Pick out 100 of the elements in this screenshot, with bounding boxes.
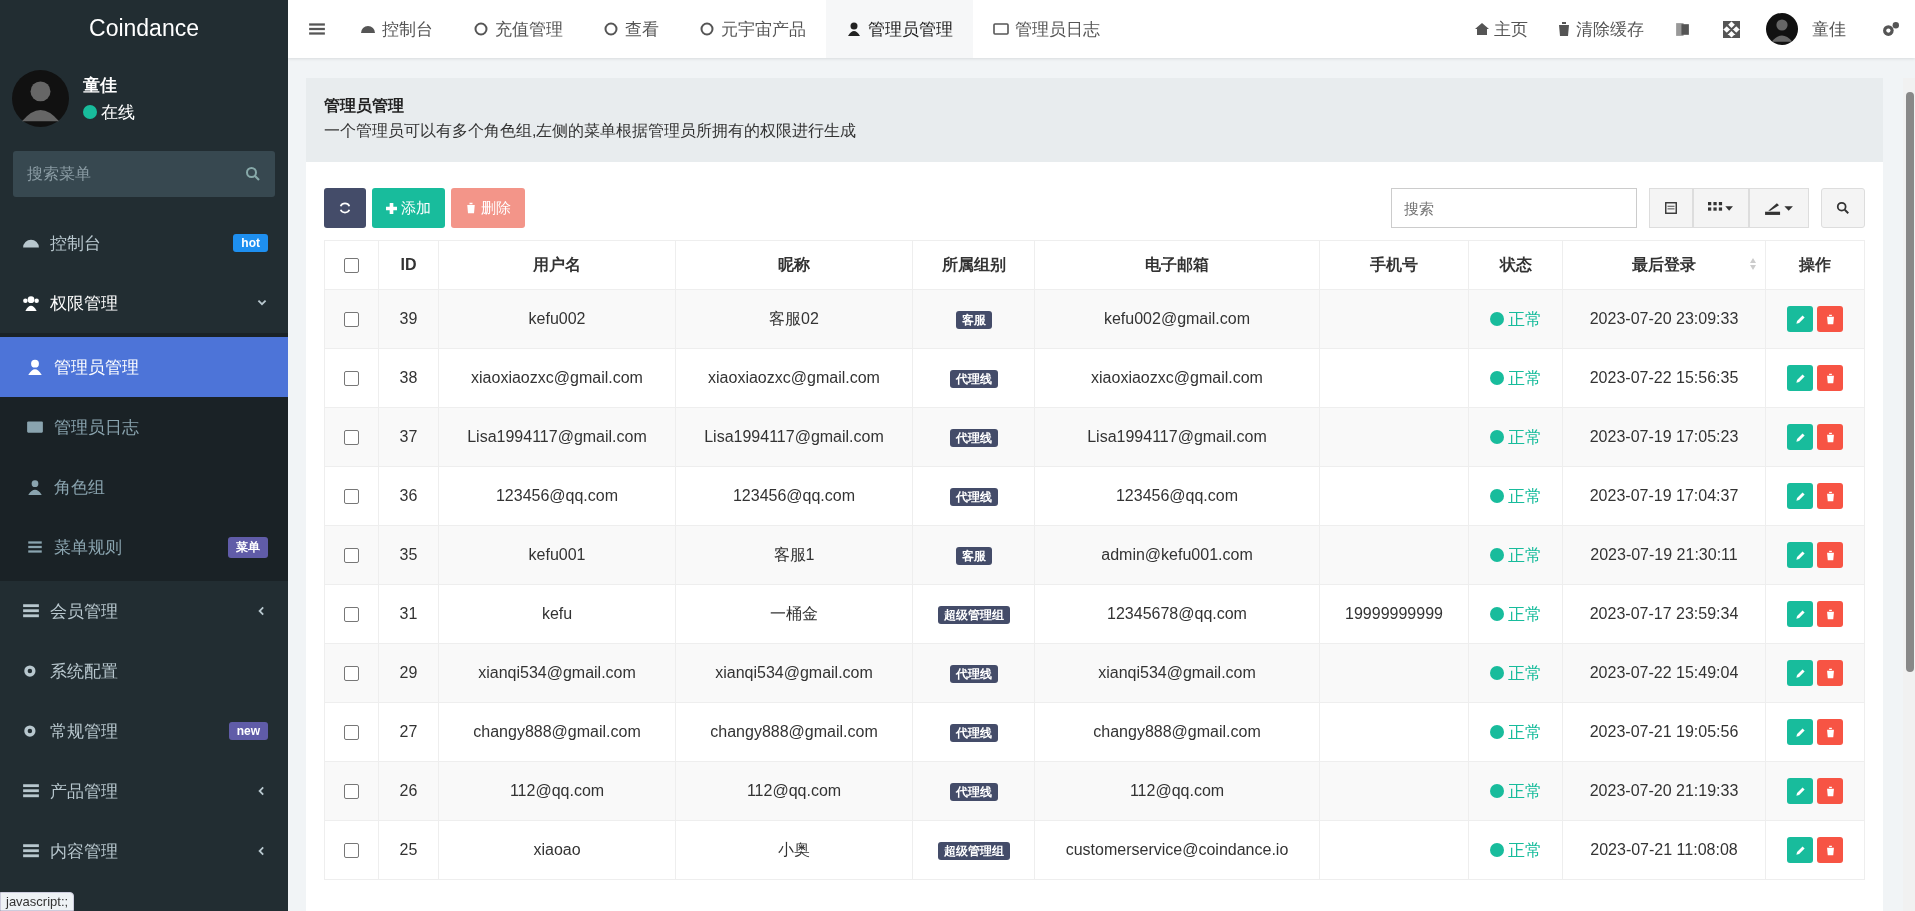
submenu-item[interactable]: 角色组: [0, 457, 288, 517]
edit-button[interactable]: [1787, 365, 1813, 391]
table-cell: 27: [399, 723, 418, 740]
export-icon: [1764, 200, 1794, 216]
menu-item[interactable]: 权限管理: [0, 273, 288, 333]
submenu-label: 菜单规则: [54, 536, 123, 559]
export-button[interactable]: [1749, 188, 1809, 228]
panel-description: 一个管理员可以有多个角色组,左侧的菜单根据管理员所拥有的权限进行生成: [324, 121, 858, 141]
nav-tab[interactable]: 查看: [583, 0, 679, 58]
row-checkbox[interactable]: [344, 843, 359, 859]
search-button[interactable]: [1821, 188, 1865, 228]
menu-item[interactable]: 会员管理: [0, 581, 288, 641]
scrollbar[interactable]: [1903, 78, 1915, 911]
table-cell: 123456@qq.com: [1115, 487, 1239, 504]
edit-button[interactable]: [1787, 424, 1813, 450]
table-cell: 小奥: [778, 840, 810, 858]
pencil-icon: [1794, 785, 1806, 797]
column-header: 状态: [1468, 240, 1563, 290]
status-text: 正常: [1507, 662, 1542, 685]
edit-button[interactable]: [1787, 483, 1813, 509]
edit-button[interactable]: [1787, 719, 1813, 745]
menu-item[interactable]: 常规管理 new: [0, 701, 288, 761]
menu-badge: new: [228, 722, 268, 740]
delete-button[interactable]: [1817, 424, 1843, 450]
edit-button[interactable]: [1787, 601, 1813, 627]
trash-icon: [1824, 667, 1836, 679]
edit-button[interactable]: [1787, 778, 1813, 804]
bars-icon: [26, 538, 44, 556]
row-checkbox[interactable]: [344, 489, 359, 505]
nav-tab[interactable]: 控制台: [340, 0, 453, 58]
refresh-button[interactable]: [324, 188, 366, 228]
row-checkbox[interactable]: [344, 548, 359, 564]
menu-badge: 菜单: [228, 536, 268, 558]
status-dot: [1489, 312, 1504, 326]
top-link[interactable]: 清除缓存: [1542, 17, 1658, 41]
menu-label: 产品管理: [50, 780, 119, 803]
menu-icon[interactable]: [308, 20, 326, 38]
row-checkbox[interactable]: [344, 312, 359, 328]
status-text: 正常: [1507, 367, 1542, 390]
table-cell: kefu002: [528, 310, 586, 327]
list-box-icon: [993, 21, 1009, 37]
settings-icon[interactable]: [1882, 20, 1899, 38]
nav-tab[interactable]: 元宇宙产品: [679, 0, 826, 58]
delete-button[interactable]: [1817, 306, 1843, 332]
delete-button[interactable]: [1817, 778, 1843, 804]
row-checkbox[interactable]: [344, 784, 359, 800]
columns-button[interactable]: [1693, 188, 1749, 228]
avatar-icon: [12, 70, 69, 127]
delete-button[interactable]: [1817, 365, 1843, 391]
top-link[interactable]: 主页: [1460, 17, 1542, 41]
table-cell: xianqi534@gmail.com: [715, 664, 873, 681]
search-field[interactable]: 搜索: [1391, 188, 1637, 228]
table-cell: Lisa1994117@gmail.com: [467, 428, 647, 445]
status-text: 正常: [1507, 780, 1542, 803]
menu-item[interactable]: 系统配置: [0, 641, 288, 701]
delete-button[interactable]: [1817, 483, 1843, 509]
edit-button[interactable]: [1787, 542, 1813, 568]
row-checkbox[interactable]: [344, 430, 359, 446]
delete-button[interactable]: [1817, 719, 1843, 745]
submenu-item[interactable]: 菜单规则 菜单: [0, 517, 288, 577]
status-dot: [1489, 430, 1504, 444]
delete-button[interactable]: [1817, 837, 1843, 863]
status-dot: [1489, 371, 1504, 385]
submenu-item[interactable]: 管理员管理: [0, 337, 288, 397]
nav-tab[interactable]: 充值管理: [453, 0, 583, 58]
submenu-item[interactable]: 管理员日志: [0, 397, 288, 457]
row-checkbox[interactable]: [344, 666, 359, 682]
pencil-icon: [1794, 726, 1806, 738]
select-all-checkbox[interactable]: [344, 258, 359, 274]
avatar-icon[interactable]: [1766, 13, 1798, 45]
delete-button[interactable]: [1817, 660, 1843, 686]
table-icon: [1664, 201, 1678, 215]
pencil-icon: [1794, 372, 1806, 384]
table-cell: changy888@gmail.com: [710, 723, 878, 740]
delete-button[interactable]: [1817, 601, 1843, 627]
fullscreen-icon[interactable]: [1723, 20, 1740, 38]
toggle-view-button[interactable]: [1649, 188, 1693, 228]
table-cell: 29: [399, 664, 418, 681]
nav-tab[interactable]: 管理员管理: [826, 0, 973, 58]
nav-tab[interactable]: 管理员日志: [973, 0, 1120, 58]
delete-button[interactable]: [1817, 542, 1843, 568]
row-checkbox[interactable]: [344, 371, 359, 387]
list-icon: [22, 842, 40, 860]
search-field[interactable]: 搜索菜单: [13, 151, 275, 197]
group-badge: 代理线: [949, 428, 998, 447]
pencil-icon: [1794, 667, 1806, 679]
column-header: 昵称: [675, 240, 913, 290]
table-cell: 39: [399, 310, 418, 327]
menu-item[interactable]: 控制台 hot: [0, 213, 288, 273]
submenu-label: 角色组: [54, 476, 106, 499]
row-checkbox[interactable]: [344, 725, 359, 741]
menu-item[interactable]: 产品管理: [0, 761, 288, 821]
user-name[interactable]: 童佳: [1812, 17, 1846, 41]
edit-button[interactable]: [1787, 306, 1813, 332]
edit-button[interactable]: [1787, 837, 1813, 863]
circle-icon: [473, 21, 489, 37]
menu-item[interactable]: 内容管理: [0, 821, 288, 881]
group-badge: 客服: [955, 310, 992, 329]
edit-button[interactable]: [1787, 660, 1813, 686]
row-checkbox[interactable]: [344, 607, 359, 623]
